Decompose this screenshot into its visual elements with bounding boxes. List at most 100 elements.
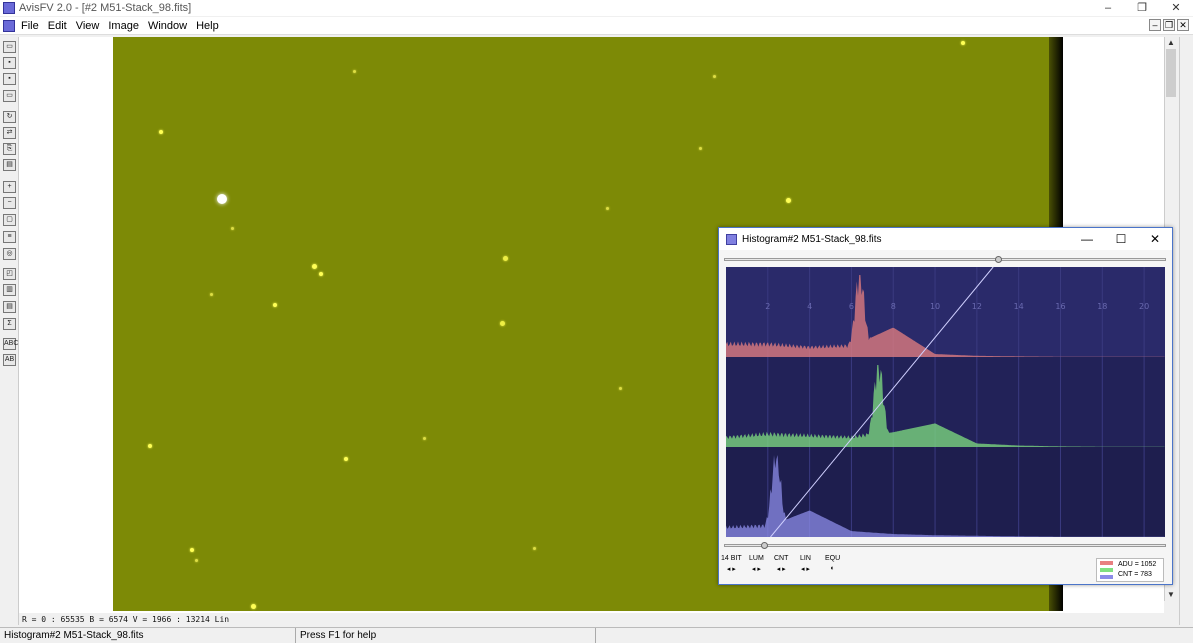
star-1 — [159, 130, 163, 134]
lum-arrows-icon[interactable]: ◂ ▸ — [752, 566, 761, 573]
mdi-restore-button[interactable]: ❐ — [1163, 19, 1175, 31]
folder-icon[interactable]: ▭ — [3, 90, 16, 102]
open-folder-icon[interactable]: ▭ — [3, 41, 16, 53]
menu-view[interactable]: View — [76, 20, 100, 32]
bottom-slider-handle[interactable] — [760, 542, 768, 549]
star-11 — [251, 604, 256, 609]
x-tick-label: 10 — [930, 302, 940, 311]
star-18 — [231, 227, 234, 230]
menu-bar: File Edit View Image Window Help – ❐ ✕ — [0, 17, 1193, 35]
histogram-legend: ADU = 1052 CNT = 783 — [1096, 558, 1164, 582]
equ-control: EQU ◐ — [825, 555, 840, 572]
star-14 — [210, 293, 213, 296]
lum-control: LUM ◂ ▸ — [749, 555, 764, 573]
x-tick-label: 4 — [807, 302, 812, 311]
refresh-icon[interactable]: ↻ — [3, 111, 16, 123]
star-5 — [500, 321, 505, 326]
sum-icon[interactable]: Σ — [3, 318, 16, 330]
equ-label: EQU — [825, 555, 841, 562]
histogram-maximize-button[interactable]: ☐ — [1104, 228, 1138, 250]
top-slider-handle[interactable] — [995, 256, 1003, 263]
bit-depth-arrows-icon[interactable]: ◂ ▸ — [727, 566, 736, 573]
star-2 — [312, 264, 317, 269]
restore-button[interactable]: ❐ — [1125, 0, 1159, 16]
status-help: Press F1 for help — [296, 628, 596, 643]
star-21 — [619, 387, 622, 390]
top-level-slider[interactable] — [724, 256, 1166, 263]
window-title: AvisFV 2.0 - [#2 M51-Stack_98.fits] — [19, 2, 192, 14]
star-10 — [190, 548, 194, 552]
x-tick-label: 2 — [765, 302, 770, 311]
cnt-arrows-icon[interactable]: ◂ ▸ — [777, 566, 786, 573]
star-4 — [503, 256, 508, 261]
histogram-minimize-button[interactable]: — — [1070, 228, 1104, 250]
equalize-icon[interactable]: ◐ — [830, 565, 834, 572]
status-window-name: Histogram#2 M51-Stack_98.fits — [0, 628, 296, 643]
lum-label: LUM — [749, 555, 764, 562]
menu-window[interactable]: Window — [148, 20, 187, 32]
star-20 — [533, 547, 536, 550]
hist-band-0 — [726, 267, 1165, 357]
legend-red-swatch — [1100, 561, 1113, 565]
lin-control: LIN ◂ ▸ — [800, 555, 811, 573]
star-15 — [606, 207, 609, 210]
x-tick-label: 8 — [891, 302, 896, 311]
star-7 — [786, 198, 791, 203]
abc-edit-icon[interactable]: AB — [3, 354, 16, 366]
star-13 — [353, 70, 356, 73]
zoom-out-icon[interactable]: − — [3, 197, 16, 209]
scroll-up-icon[interactable]: ▲ — [1165, 37, 1177, 49]
histogram-window-controls: — ☐ ✕ — [1070, 228, 1172, 250]
histogram-close-button[interactable]: ✕ — [1138, 228, 1172, 250]
document-icon[interactable]: ▤ — [3, 301, 16, 313]
bit-depth-label: 14 BIT — [721, 555, 742, 562]
lin-label: LIN — [800, 555, 811, 562]
status-bar: Histogram#2 M51-Stack_98.fits Press F1 f… — [0, 627, 1193, 643]
monitor-icon[interactable]: ▢ — [3, 214, 16, 226]
lin-arrows-icon[interactable]: ◂ ▸ — [801, 566, 810, 573]
scroll-thumb[interactable] — [1166, 49, 1176, 97]
save-all-icon[interactable]: ▪ — [3, 73, 16, 85]
mdi-minimize-button[interactable]: – — [1149, 19, 1161, 31]
histogram-chart: 2 4 6 8 10 12 14 16 18 20 — [726, 267, 1165, 537]
outer-vertical-scrollbar[interactable] — [1179, 37, 1193, 625]
legend-cnt: CNT = 783 — [1118, 571, 1152, 578]
menu-image[interactable]: Image — [108, 20, 139, 32]
x-tick-label: 14 — [1014, 302, 1024, 311]
x-tick-label: 18 — [1097, 302, 1107, 311]
mdi-controls: – ❐ ✕ — [1149, 19, 1189, 31]
bottom-level-slider[interactable] — [724, 542, 1166, 549]
document-menu-icon[interactable] — [3, 19, 15, 32]
menu-edit[interactable]: Edit — [48, 20, 67, 32]
copy-icon[interactable]: ⎘ — [3, 143, 16, 155]
abc-icon[interactable]: ABC — [3, 338, 18, 350]
x-tick-label: 12 — [972, 302, 982, 311]
star-16 — [699, 147, 702, 150]
x-tick-label: 20 — [1139, 302, 1149, 311]
left-toolbar: ▭ ▪ ▪ ▭ ↻ ⇄ ⎘ ▤ + − ▢ ≡ ◎ ◰ ▥ ▤ Σ ABC AB — [0, 37, 19, 625]
paste-icon[interactable]: ▤ — [3, 159, 16, 171]
scroll-down-icon[interactable]: ▼ — [1165, 589, 1177, 601]
bit-depth-control: 14 BIT ◂ ▸ — [721, 555, 742, 573]
star-17 — [423, 437, 426, 440]
minimize-button[interactable]: – — [1091, 0, 1125, 16]
pixel-readout: R = 0 : 65535 B = 6574 V = 1966 : 13214 … — [22, 615, 230, 624]
zoom-in-icon[interactable]: + — [3, 181, 16, 193]
target-icon[interactable]: ◎ — [3, 248, 16, 260]
save-icon[interactable]: ▪ — [3, 57, 16, 69]
star-19 — [195, 559, 198, 562]
adjust-icon[interactable]: ≡ — [3, 231, 16, 243]
transform-icon[interactable]: ⇄ — [3, 127, 16, 139]
app-icon — [3, 2, 15, 14]
histogram-title-bar[interactable]: Histogram#2 M51-Stack_98.fits — ☐ ✕ — [719, 228, 1172, 250]
x-tick-label: 16 — [1055, 302, 1065, 311]
histogram-title: Histogram#2 M51-Stack_98.fits — [742, 233, 882, 245]
histogram-icon[interactable]: ▥ — [3, 284, 16, 296]
cnt-label: CNT — [774, 555, 789, 562]
menu-help[interactable]: Help — [196, 20, 219, 32]
zoom-box-icon[interactable]: ◰ — [3, 268, 16, 280]
histogram-window[interactable]: Histogram#2 M51-Stack_98.fits — ☐ ✕ 2 4 6 8… — [718, 227, 1173, 585]
close-button[interactable]: ✕ — [1159, 0, 1193, 16]
menu-file[interactable]: File — [21, 20, 39, 32]
mdi-close-button[interactable]: ✕ — [1177, 19, 1189, 31]
